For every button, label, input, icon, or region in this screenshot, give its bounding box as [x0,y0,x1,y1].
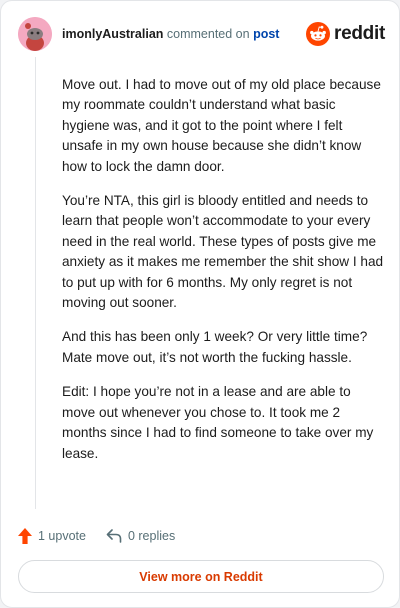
reddit-logo[interactable]: reddit [306,21,385,47]
thread-line [35,57,36,509]
comment-body: Move out. I had to move out of my old pl… [62,75,384,478]
comment-paragraph: And this has been only 1 week? Or very l… [62,329,368,365]
upvote-count: 1 upvote [38,529,86,543]
reddit-wordmark: reddit [334,23,385,44]
comment-header: imonlyAustralian commented on post reddi… [18,15,385,55]
reply-arrow-icon [106,529,122,543]
comment-paragraph: You’re NTA, this girl is bloody entitled… [62,193,384,311]
username-link[interactable]: imonlyAustralian [62,27,163,41]
comment-actions: 1 upvote 0 replies [18,525,175,547]
avatar[interactable] [18,17,52,51]
comment-paragraph: Edit: I hope you’re not in a lease and a… [62,384,374,461]
action-text: commented on [166,27,250,41]
upvote-button[interactable]: 1 upvote [18,528,86,544]
upvote-arrow-icon [18,528,32,544]
replies-button[interactable]: 0 replies [106,529,175,543]
post-link[interactable]: post [253,27,279,41]
replies-count: 0 replies [127,529,176,543]
comment-meta: imonlyAustralian commented on post [62,27,279,41]
snoo-avatar-icon [18,17,52,51]
embedded-comment-card: imonlyAustralian commented on post reddi… [0,0,400,608]
view-more-button[interactable]: View more on Reddit [18,560,384,593]
reddit-snoo-icon [306,22,331,46]
comment-paragraph: Move out. I had to move out of my old pl… [62,77,381,174]
